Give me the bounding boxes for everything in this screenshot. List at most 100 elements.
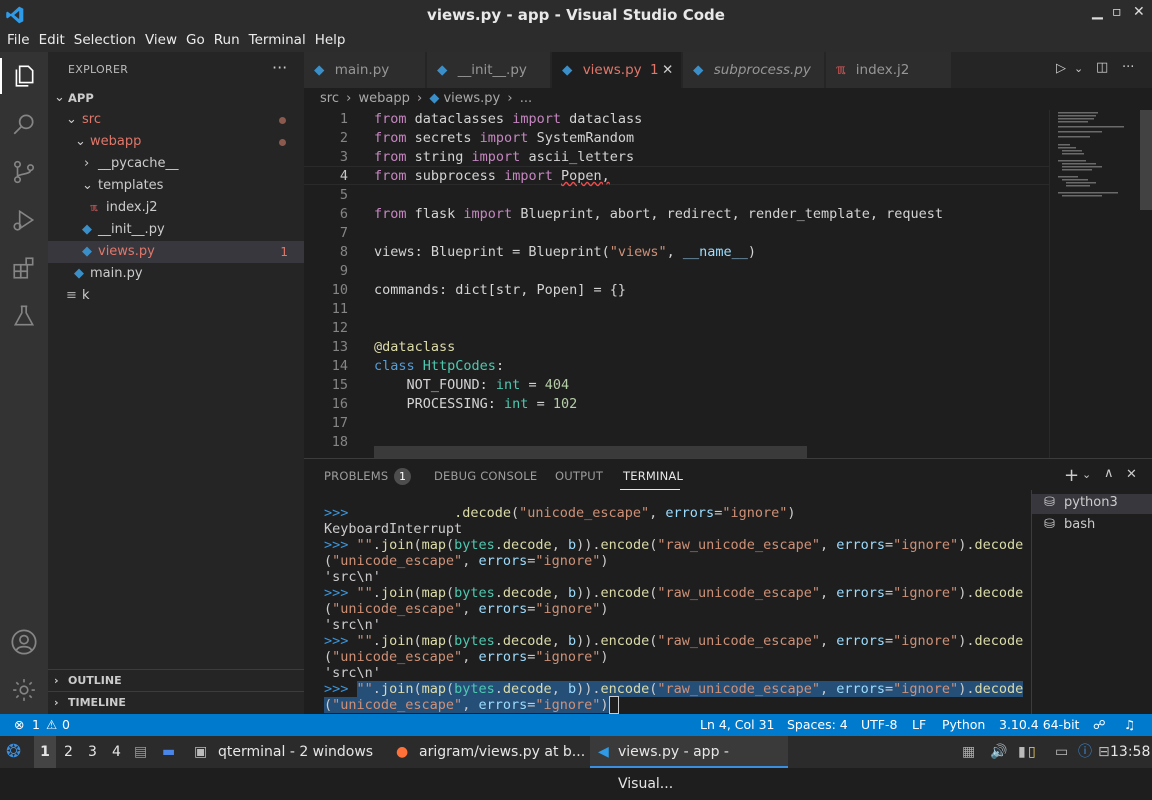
indentation[interactable]: Spaces: 4 <box>787 714 848 736</box>
testing-icon[interactable] <box>8 300 40 332</box>
split-editor-icon[interactable]: ◫ <box>1096 60 1108 75</box>
workspace-3[interactable]: 3 <box>88 736 97 768</box>
line-ending[interactable]: LF <box>912 714 926 736</box>
volume-icon[interactable]: 🔊 <box>990 736 1007 768</box>
menu-view[interactable]: View <box>145 30 177 48</box>
account-icon[interactable] <box>8 626 40 658</box>
vertical-scrollbar[interactable] <box>1140 110 1152 210</box>
language-mode[interactable]: Python <box>942 714 985 736</box>
breadcrumb-more[interactable]: ... <box>520 91 532 106</box>
tab-init-py[interactable]: ◆ __init__.py <box>427 52 551 88</box>
feedback-icon[interactable]: ☍ <box>1093 714 1106 736</box>
show-desktop-icon[interactable]: ▮ <box>1018 736 1026 768</box>
tree-item-webapp[interactable]: ⌄ webapp <box>48 131 304 153</box>
extensions-icon[interactable] <box>8 252 40 284</box>
taskbar: ❂ 1 2 3 4 ▤ ▬ ▣ qterminal - 2 windows ● … <box>0 736 1152 792</box>
clock[interactable]: 13:58 <box>1110 736 1150 768</box>
terminal-line: 'src\n' <box>324 617 381 633</box>
keyboard-icon[interactable]: ▦ <box>962 736 975 768</box>
workspace-1[interactable]: 1 <box>34 736 56 768</box>
explorer-icon[interactable] <box>8 60 40 92</box>
tree-item-templates[interactable]: ⌄ templates <box>48 175 304 197</box>
timeline-section[interactable]: › TIMELINE <box>48 691 304 713</box>
run-dropdown-icon[interactable]: ⌄ <box>1074 62 1083 75</box>
desktop-icon[interactable]: ▬ <box>162 736 175 768</box>
tree-item-src[interactable]: ⌄ src <box>48 109 304 131</box>
warnings-count[interactable]: 0 <box>62 714 70 736</box>
menu-help[interactable]: Help <box>315 30 346 48</box>
task-qterminal[interactable]: qterminal - 2 windows <box>218 736 373 768</box>
workspace-4[interactable]: 4 <box>112 736 121 768</box>
search-icon[interactable] <box>8 108 40 140</box>
run-debug-icon[interactable] <box>8 204 40 236</box>
maximize-panel-icon[interactable]: ∧ <box>1104 466 1114 481</box>
explorer-sidebar: EXPLORER ··· ⌄ APP ⌄ src ⌄ webapp › __py… <box>48 52 304 714</box>
workspace-2[interactable]: 2 <box>64 736 73 768</box>
terminal-item-bash[interactable]: ⛁ bash <box>1032 516 1152 536</box>
code-line: @dataclass <box>374 339 456 355</box>
chevron-down-icon: ⌄ <box>82 178 93 193</box>
breadcrumb-webapp[interactable]: webapp <box>358 91 409 106</box>
horizontal-scrollbar[interactable] <box>374 446 807 458</box>
tab-terminal[interactable]: TERMINAL <box>623 469 683 483</box>
minimize-icon[interactable]: ▁ <box>1092 4 1103 20</box>
menu-go[interactable]: Go <box>186 30 205 48</box>
clipboard-icon[interactable]: ▯ <box>1028 736 1036 768</box>
close-panel-icon[interactable]: ✕ <box>1126 467 1137 482</box>
tab-problems[interactable]: PROBLEMS <box>324 469 388 483</box>
line-number: 14 <box>331 358 348 374</box>
menu-file[interactable]: File <box>7 30 30 48</box>
errors-icon[interactable]: ⊗ <box>14 714 24 736</box>
task-vscode[interactable]: ◀ views.py - app - Visual... <box>590 736 788 792</box>
run-file-icon[interactable]: ▷ <box>1056 61 1066 76</box>
outline-section[interactable]: › OUTLINE <box>48 669 304 691</box>
cursor-position[interactable]: Ln 4, Col 31 <box>700 714 775 736</box>
more-actions-icon[interactable]: ··· <box>1122 60 1134 75</box>
menu-selection[interactable]: Selection <box>74 30 136 48</box>
maximize-icon[interactable]: ▫ <box>1112 4 1122 20</box>
tree-item-pycache[interactable]: › __pycache__ <box>48 153 304 175</box>
tab-index-j2[interactable]: ℼ index.j2 <box>826 52 952 88</box>
network-icon[interactable]: ▭ <box>1055 736 1068 768</box>
tree-item-k[interactable]: ≡ k <box>48 285 304 307</box>
breadcrumb-src[interactable]: src <box>320 91 339 106</box>
code-line: from subprocess import Popen, <box>374 168 610 184</box>
terminal-item-python3[interactable]: ⛁ python3 <box>1032 494 1152 514</box>
python-file-icon: ◆ <box>562 62 573 78</box>
tree-item-index-j2[interactable]: ℼ index.j2 <box>48 197 304 219</box>
start-menu-icon[interactable]: ❂ <box>6 736 21 768</box>
tab-subprocess-py[interactable]: ◆ subprocess.py <box>683 52 825 88</box>
problems-count-badge: 1 <box>394 468 411 485</box>
tree-item-views-py[interactable]: ◆ views.py 1 <box>48 241 304 263</box>
update-notifier-icon[interactable]: ⓘ <box>1078 736 1092 768</box>
task-firefox[interactable]: arigram/views.py at b... <box>419 736 585 768</box>
source-control-icon[interactable] <box>8 156 40 188</box>
menu-run[interactable]: Run <box>214 30 240 48</box>
tree-root-app[interactable]: ⌄ APP <box>48 87 304 109</box>
file-manager-icon[interactable]: ▤ <box>134 736 147 768</box>
manage-gear-icon[interactable] <box>8 674 40 706</box>
warnings-icon[interactable]: ⚠ <box>46 714 57 736</box>
tab-main-py[interactable]: ◆ main.py <box>304 52 426 88</box>
new-terminal-icon[interactable]: + <box>1064 465 1079 486</box>
python-interpreter[interactable]: 3.10.4 64-bit <box>999 714 1079 736</box>
terminal-dropdown-icon[interactable]: ⌄ <box>1082 468 1091 481</box>
breadcrumb-views-py[interactable]: views.py <box>443 91 500 106</box>
tab-views-py[interactable]: ◆ views.py 1 ✕ <box>552 52 682 88</box>
tab-label: index.j2 <box>855 62 910 78</box>
tree-item-main-py[interactable]: ◆ main.py <box>48 263 304 285</box>
encoding[interactable]: UTF-8 <box>861 714 897 736</box>
close-window-icon[interactable]: ✕ <box>1133 4 1145 20</box>
more-actions-icon[interactable]: ··· <box>272 58 287 77</box>
tab-debug-console[interactable]: DEBUG CONSOLE <box>434 469 537 483</box>
tree-item-init-py[interactable]: ◆ __init__.py <box>48 219 304 241</box>
tab-output[interactable]: OUTPUT <box>555 469 603 483</box>
notifications-bell-icon[interactable]: ♫ <box>1124 714 1135 736</box>
menu-edit[interactable]: Edit <box>39 30 65 48</box>
code-editor[interactable]: 1 2 3 4 5 6 7 8 9 10 11 12 13 14 15 16 1… <box>304 110 1152 458</box>
minimap[interactable] <box>1049 110 1152 458</box>
close-tab-icon[interactable]: ✕ <box>662 52 673 88</box>
errors-count[interactable]: 1 <box>32 714 40 736</box>
menu-terminal[interactable]: Terminal <box>249 30 306 48</box>
power-icon[interactable]: ⊟ <box>1098 736 1110 768</box>
